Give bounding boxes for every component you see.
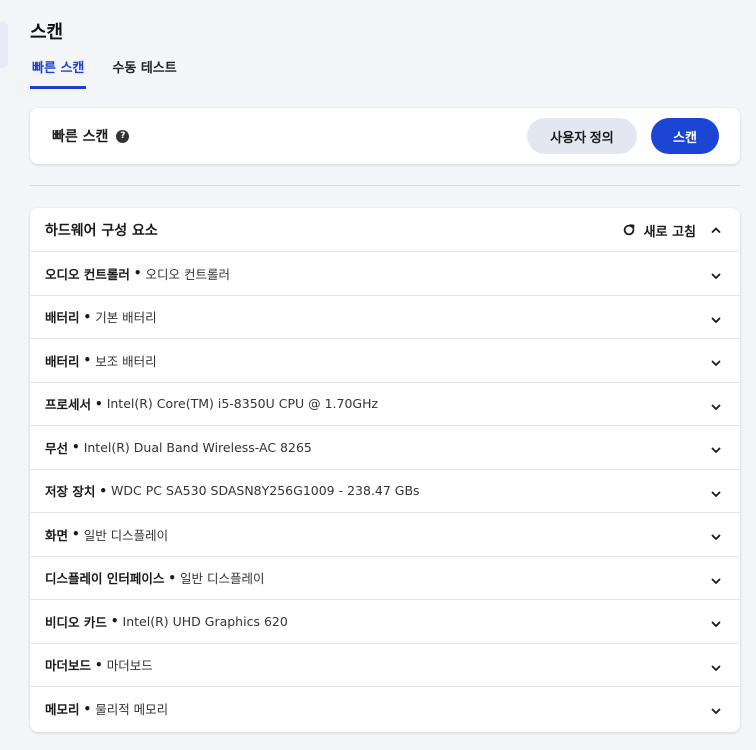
hardware-row[interactable]: 배터리 • 보조 배터리 bbox=[30, 339, 740, 383]
hardware-row[interactable]: 무선 • Intel(R) Dual Band Wireless-AC 8265 bbox=[30, 426, 740, 470]
chevron-down-icon[interactable] bbox=[710, 702, 722, 721]
hardware-row[interactable]: 메모리 • 물리적 메모리 bbox=[30, 687, 740, 731]
chevron-down-icon[interactable] bbox=[710, 615, 722, 634]
hardware-row[interactable]: 마더보드 • 마더보드 bbox=[30, 644, 740, 687]
hardware-title: 하드웨어 구성 요소 bbox=[45, 222, 158, 239]
tab-manual-test[interactable]: 수동 테스트 bbox=[110, 54, 178, 89]
separator-dot: • bbox=[72, 440, 80, 455]
hardware-category: 화면 bbox=[45, 527, 69, 543]
chevron-down-icon[interactable] bbox=[710, 441, 722, 460]
chevron-down-icon[interactable] bbox=[710, 354, 722, 373]
quick-scan-label: 빠른 스캔 bbox=[52, 129, 109, 145]
hardware-category: 디스플레이 인터페이스 bbox=[45, 571, 165, 587]
separator-dot: • bbox=[95, 396, 103, 411]
hardware-value: 보조 배터리 bbox=[95, 353, 157, 369]
hardware-value: WDC PC SA530 SDASN8Y256G1009 - 238.47 GB… bbox=[111, 483, 420, 499]
hardware-category: 배터리 bbox=[45, 310, 80, 326]
chevron-down-icon[interactable] bbox=[710, 528, 722, 547]
hardware-category: 오디오 컨트롤러 bbox=[45, 266, 130, 282]
separator-dot: • bbox=[133, 266, 142, 281]
tab-bar: 빠른 스캔 수동 테스트 bbox=[30, 54, 179, 89]
hardware-value: Intel(R) Dual Band Wireless-AC 8265 bbox=[83, 439, 312, 455]
chevron-down-icon[interactable] bbox=[710, 485, 722, 504]
hardware-category: 마더보드 bbox=[45, 658, 92, 674]
hardware-value: 마더보드 bbox=[106, 658, 153, 674]
refresh-icon bbox=[622, 223, 636, 237]
separator-dot: • bbox=[95, 657, 103, 672]
page-title: 스캔 bbox=[30, 22, 64, 43]
custom-scan-button[interactable]: 사용자 정의 bbox=[527, 118, 637, 154]
hardware-value: 물리적 메모리 bbox=[95, 702, 169, 718]
hardware-value: 오디오 컨트롤러 bbox=[145, 266, 231, 282]
hardware-category: 배터리 bbox=[45, 353, 80, 369]
help-circle-icon[interactable]: ? bbox=[116, 129, 130, 143]
scan-button[interactable]: 스캔 bbox=[651, 118, 719, 154]
hardware-value: 일반 디스플레이 bbox=[83, 527, 169, 543]
tab-quick-scan[interactable]: 빠른 스캔 bbox=[30, 54, 87, 89]
hardware-row[interactable]: 비디오 카드 • Intel(R) UHD Graphics 620 bbox=[30, 600, 740, 644]
separator-dot: • bbox=[83, 309, 92, 324]
hardware-value: 일반 디스플레이 bbox=[180, 571, 265, 587]
hardware-row[interactable]: 프로세서 • Intel(R) Core(TM) i5-8350U CPU @ 1.… bbox=[30, 383, 740, 426]
refresh-button[interactable]: 새로 고침 bbox=[622, 208, 722, 252]
separator-dot: • bbox=[83, 701, 92, 716]
hardware-row[interactable]: 저장 장치 • WDC PC SA530 SDASN8Y256G1009 - 238… bbox=[30, 470, 740, 513]
sidebar-edge bbox=[0, 22, 8, 68]
hardware-value: 기본 배터리 bbox=[95, 310, 157, 326]
hardware-header: 하드웨어 구성 요소 새로 고침 bbox=[30, 208, 740, 252]
hardware-category: 저장 장치 bbox=[45, 484, 96, 500]
hardware-category: 무선 bbox=[45, 440, 69, 456]
hardware-category: 프로세서 bbox=[45, 397, 92, 413]
hardware-row[interactable]: 디스플레이 인터페이스 • 일반 디스플레이 bbox=[30, 557, 740, 600]
hardware-list: 오디오 컨트롤러 • 오디오 컨트롤러 배터리 • 기본 배터리 배터리 • 보조 배터리 프로세… bbox=[30, 252, 740, 731]
hardware-row[interactable]: 오디오 컨트롤러 • 오디오 컨트롤러 bbox=[30, 252, 740, 296]
separator-dot: • bbox=[99, 483, 108, 498]
hardware-value: Intel(R) UHD Graphics 620 bbox=[122, 613, 288, 629]
refresh-label: 새로 고침 bbox=[643, 224, 696, 240]
chevron-down-icon[interactable] bbox=[710, 659, 722, 678]
chevron-down-icon[interactable] bbox=[710, 398, 722, 417]
hardware-components-card: 하드웨어 구성 요소 새로 고침 오디오 컨트롤러 • 오디오 컨트롤러 배터리 • 기본… bbox=[30, 208, 740, 732]
separator-dot: • bbox=[72, 527, 80, 542]
hardware-row[interactable]: 화면 • 일반 디스플레이 bbox=[30, 513, 740, 557]
quick-scan-card: 빠른 스캔 ? 사용자 정의 스캔 bbox=[30, 108, 740, 164]
hardware-row[interactable]: 배터리 • 기본 배터리 bbox=[30, 296, 740, 339]
separator-dot: • bbox=[110, 614, 119, 629]
chevron-down-icon[interactable] bbox=[710, 572, 722, 591]
hardware-category: 메모리 bbox=[45, 702, 80, 718]
chevron-down-icon[interactable] bbox=[710, 267, 722, 286]
chevron-up-icon[interactable] bbox=[710, 224, 722, 236]
separator-dot: • bbox=[83, 353, 92, 368]
hardware-value: Intel(R) Core(TM) i5-8350U CPU @ 1.70GHz bbox=[106, 396, 379, 412]
hardware-category: 비디오 카드 bbox=[45, 614, 107, 630]
section-divider bbox=[30, 185, 740, 186]
chevron-down-icon[interactable] bbox=[710, 311, 722, 330]
separator-dot: • bbox=[168, 570, 177, 585]
